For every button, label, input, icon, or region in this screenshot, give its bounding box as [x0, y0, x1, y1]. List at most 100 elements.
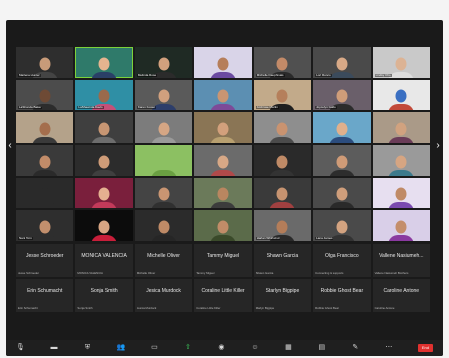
participant-video-tile[interactable]: Lindsy Cho [372, 47, 430, 78]
participant-video-tile[interactable] [372, 210, 430, 241]
participant-name-tile[interactable]: Olga Francisco Connecting & supports [313, 244, 371, 277]
participant-name-label: MONICA VALENCIA [77, 271, 103, 275]
participant-name-label: Karen Foster [136, 106, 157, 110]
participant-body [209, 234, 236, 241]
participant-face [39, 122, 51, 136]
participant-name-tile[interactable]: Sonja Smith Sonja Smith [75, 279, 133, 312]
record-icon[interactable]: ◉ [217, 344, 226, 352]
participant-body [31, 136, 58, 143]
participant-video-tile[interactable] [372, 79, 430, 111]
participant-video-tile[interactable] [194, 112, 252, 143]
participant-name-tile[interactable]: Starlyn Bigpipe Marlyn Bigpipe [253, 279, 312, 312]
participant-video-tile[interactable] [194, 177, 252, 209]
participant-video-tile[interactable] [134, 112, 193, 143]
participant-video-tile[interactable] [372, 144, 430, 176]
participant-face [336, 155, 348, 169]
participant-video-tile[interactable] [134, 144, 193, 176]
participant-face [158, 122, 170, 136]
participant-video-tile[interactable]: Lana James [313, 210, 371, 241]
participant-name-tile[interactable]: Tammy Miguel Tammy Miguel [194, 244, 252, 277]
more-icon[interactable]: ⋯ [384, 344, 393, 352]
participant-display-name: Michelle Oliver [147, 253, 180, 259]
video-camera-icon[interactable]: ▬ [49, 344, 58, 352]
participant-video-tile[interactable] [194, 144, 252, 176]
participant-name-tile[interactable]: Shawn Garcia Shawn Garcia [253, 244, 312, 277]
participant-name-label: Marlyn Bigpipe [255, 306, 275, 310]
participant-video-tile[interactable] [253, 177, 312, 209]
participant-name-tile[interactable]: Robbie Ghost Bear Robbie Ghost Bear [313, 279, 371, 312]
participant-video-tile[interactable] [253, 144, 312, 176]
previous-page-arrow-icon[interactable]: ‹ [7, 140, 13, 152]
participant-face [39, 220, 51, 234]
participant-face [98, 89, 110, 103]
participant-video-tile[interactable]: Marlena Hunter [16, 47, 74, 78]
participant-video-tile[interactable] [134, 177, 193, 209]
participant-video-tile[interactable]: Melinda Rose [134, 47, 193, 78]
participant-body [209, 71, 236, 78]
participant-video-tile[interactable]: Lori Ronco [313, 47, 371, 78]
participant-video-tile[interactable]: Joycelyn Gallo [313, 79, 371, 111]
participant-name-label: Lana James [315, 236, 334, 240]
microphone-icon[interactable]: 🎙 [16, 344, 25, 352]
participant-face [395, 187, 407, 201]
participant-name-tile[interactable]: Coraline Little Killer Coraline Little Ki… [194, 279, 252, 312]
participant-body [91, 71, 118, 78]
participant-video-tile[interactable] [16, 177, 74, 209]
participant-video-tile[interactable]: Michelle Dauphinais [253, 47, 312, 78]
participant-name-label: Shawn Garcia [255, 271, 274, 275]
participant-face [217, 57, 229, 71]
participant-video-tile[interactable] [253, 112, 312, 143]
participant-video-tile[interactable] [134, 210, 193, 241]
participant-video-tile[interactable] [75, 47, 133, 78]
participant-video-tile[interactable] [75, 177, 133, 209]
participant-name-tile[interactable]: Caroline Antone Caroline Antone [372, 279, 430, 312]
participant-video-tile[interactable] [75, 112, 133, 143]
participant-name-label: Vallene Nasiumeh Brothers [374, 271, 409, 275]
security-icon[interactable]: ⛨ [83, 344, 92, 352]
participant-face [336, 57, 348, 71]
participant-video-tile[interactable] [372, 177, 430, 209]
participant-video-tile[interactable] [313, 144, 371, 176]
share-screen-icon[interactable]: ⇧ [183, 344, 192, 352]
participant-face [158, 155, 170, 169]
participant-body [150, 202, 177, 209]
participant-video-tile[interactable]: Harlan Whirlwind [253, 210, 312, 241]
participant-name-tile[interactable]: Michelle Oliver Michelle Oliver [134, 244, 193, 277]
participant-video-tile[interactable]: LaShonda Baker [16, 79, 74, 111]
participant-video-tile[interactable]: LaShawnda Davis [75, 79, 133, 111]
participant-face [158, 187, 170, 201]
participant-video-tile[interactable] [194, 210, 252, 241]
reactions-icon[interactable]: ☺ [250, 344, 259, 352]
participant-face [395, 220, 407, 234]
participant-face [217, 155, 229, 169]
participant-video-tile[interactable] [194, 47, 252, 78]
participant-name-tile[interactable]: MONICA VALENCIA MONICA VALENCIA [75, 244, 133, 277]
end-meeting-button[interactable]: End [417, 344, 433, 352]
participant-name-tile[interactable]: Jesse Schroeder Jesse Schroeder [16, 244, 74, 277]
participant-name-tile[interactable]: Vallene Nasiumeh... Vallene Nasiumeh Brot… [372, 244, 430, 277]
chat-icon[interactable]: ▭ [150, 344, 159, 352]
participant-video-tile[interactable] [75, 210, 133, 241]
apps-icon[interactable]: ▦ [284, 344, 293, 352]
participant-name-tile[interactable]: Erin Schumacht Erin Schumacht [16, 279, 74, 312]
participants-icon[interactable]: 👥 [116, 344, 126, 352]
participant-video-tile[interactable] [75, 144, 133, 176]
participant-name-label: Harlan Whirlwind [255, 236, 281, 240]
participant-video-tile[interactable] [313, 112, 371, 143]
participant-body [388, 202, 415, 209]
next-page-arrow-icon[interactable]: › [435, 140, 441, 152]
whiteboards-icon[interactable]: ▤ [317, 344, 326, 352]
notes-icon[interactable]: ✎ [351, 344, 360, 352]
participant-video-tile[interactable]: Nani Torn [16, 210, 74, 241]
participant-face [217, 220, 229, 234]
participant-video-tile[interactable] [194, 79, 252, 111]
participant-name-tile[interactable]: Jesica Murdock Jesica Murdock [134, 279, 193, 312]
participant-video-tile[interactable] [313, 177, 371, 209]
participant-video-tile[interactable]: Ambrose Martin [253, 79, 312, 111]
participant-display-name: Olga Francisco [325, 253, 359, 259]
participant-name-label: Sonja Smith [77, 306, 93, 310]
participant-video-tile[interactable] [16, 144, 74, 176]
participant-video-tile[interactable] [372, 112, 430, 143]
participant-video-tile[interactable]: Karen Foster [134, 79, 193, 111]
participant-video-tile[interactable] [16, 112, 74, 143]
